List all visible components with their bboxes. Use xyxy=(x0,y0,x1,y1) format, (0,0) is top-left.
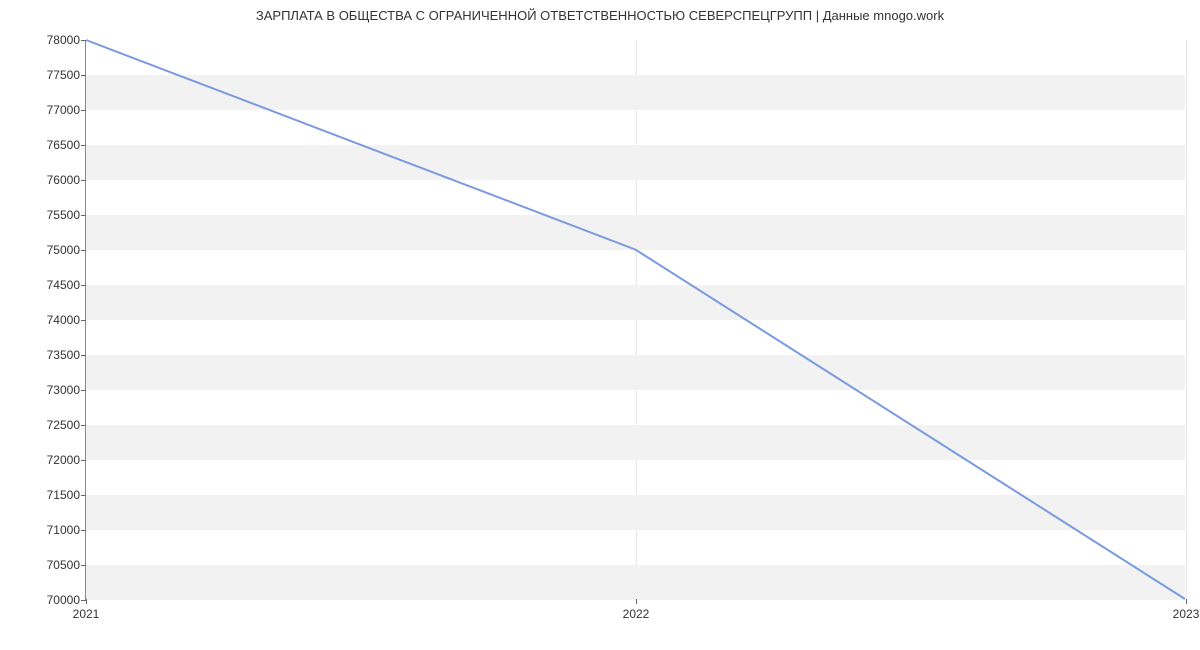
y-tick-label: 75000 xyxy=(47,243,80,257)
y-tick-mark xyxy=(81,390,86,391)
x-gridline xyxy=(1186,40,1187,599)
y-tick-label: 70000 xyxy=(47,593,80,607)
y-tick-mark xyxy=(81,565,86,566)
y-tick-label: 76500 xyxy=(47,138,80,152)
y-tick-label: 71000 xyxy=(47,523,80,537)
y-tick-mark xyxy=(81,460,86,461)
x-tick-label: 2021 xyxy=(73,607,100,621)
y-tick-label: 71500 xyxy=(47,488,80,502)
y-tick-mark xyxy=(81,425,86,426)
y-tick-mark xyxy=(81,320,86,321)
y-tick-mark xyxy=(81,180,86,181)
x-tick-mark xyxy=(86,599,87,604)
y-tick-mark xyxy=(81,215,86,216)
y-tick-mark xyxy=(81,530,86,531)
x-tick-mark xyxy=(636,599,637,604)
y-tick-label: 73000 xyxy=(47,383,80,397)
x-tick-label: 2023 xyxy=(1173,607,1200,621)
y-tick-label: 70500 xyxy=(47,558,80,572)
y-tick-label: 77500 xyxy=(47,68,80,82)
y-tick-mark xyxy=(81,145,86,146)
y-tick-label: 78000 xyxy=(47,33,80,47)
data-line xyxy=(86,40,1185,599)
chart-title: ЗАРПЛАТА В ОБЩЕСТВА С ОГРАНИЧЕННОЙ ОТВЕТ… xyxy=(0,0,1200,23)
plot-area: 7000070500710007150072000725007300073500… xyxy=(85,40,1185,600)
y-tick-mark xyxy=(81,250,86,251)
y-tick-mark xyxy=(81,355,86,356)
y-tick-label: 73500 xyxy=(47,348,80,362)
y-tick-label: 72000 xyxy=(47,453,80,467)
y-tick-mark xyxy=(81,75,86,76)
y-tick-mark xyxy=(81,110,86,111)
y-tick-label: 76000 xyxy=(47,173,80,187)
y-tick-label: 74000 xyxy=(47,313,80,327)
y-tick-mark xyxy=(81,40,86,41)
y-tick-mark xyxy=(81,495,86,496)
x-tick-label: 2022 xyxy=(623,607,650,621)
x-tick-mark xyxy=(1186,599,1187,604)
line-layer xyxy=(86,40,1185,599)
y-tick-label: 75500 xyxy=(47,208,80,222)
y-tick-mark xyxy=(81,285,86,286)
y-tick-label: 77000 xyxy=(47,103,80,117)
y-tick-label: 74500 xyxy=(47,278,80,292)
y-tick-label: 72500 xyxy=(47,418,80,432)
